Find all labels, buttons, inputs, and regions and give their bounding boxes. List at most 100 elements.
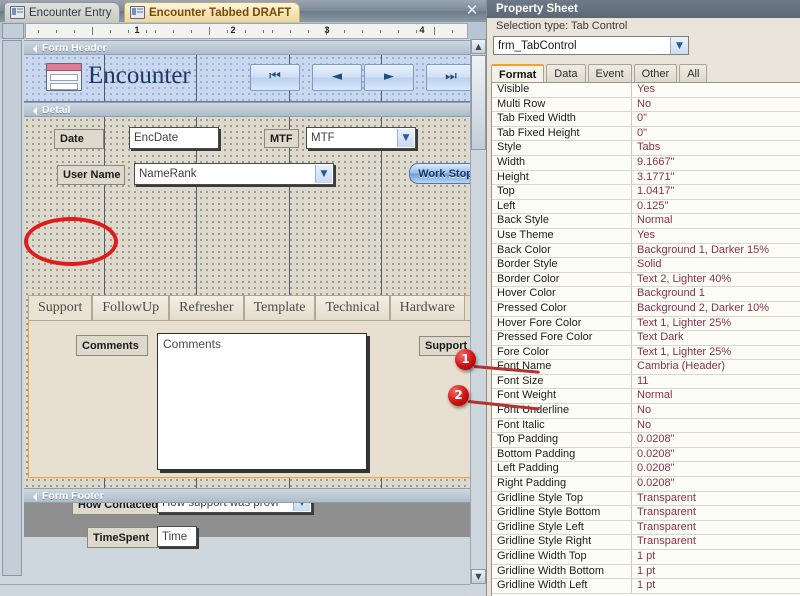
scroll-up-button[interactable]: ▲	[471, 39, 486, 54]
form-tab-template[interactable]: Template	[243, 295, 316, 320]
property-row[interactable]: Fore Color Text 1, Lighter 25%	[492, 345, 800, 361]
property-value[interactable]: 0"	[632, 112, 800, 126]
property-value[interactable]: Text Dark	[632, 331, 800, 345]
form-tab-followup[interactable]: FollowUp	[92, 295, 170, 320]
detail-section[interactable]: Date EncDate MTF MTF ▼ User Name NameRan…	[24, 117, 470, 548]
chevron-down-icon[interactable]: ▼	[670, 37, 688, 54]
canvas-horizontal-scrollbar[interactable]	[0, 584, 470, 596]
section-bar-detail[interactable]: Detail	[24, 102, 470, 117]
document-tab-encounter-entry[interactable]: Encounter Entry	[4, 2, 121, 22]
property-row[interactable]: Left Padding 0.0208"	[492, 462, 800, 478]
property-value[interactable]: Normal	[632, 389, 800, 403]
property-row[interactable]: Gridline Width Top 1 pt	[492, 550, 800, 565]
property-row[interactable]: Top 1.0417"	[492, 185, 800, 200]
form-tab-hardware[interactable]: Hardware	[389, 295, 465, 320]
property-value[interactable]: Tabs	[632, 141, 800, 155]
property-row[interactable]: Width 9.1667"	[492, 155, 800, 171]
property-row[interactable]: Multi Row No	[492, 97, 800, 113]
tab-all[interactable]: All	[679, 64, 708, 82]
next-record-button[interactable]: ►	[364, 64, 414, 91]
canvas-vertical-scrollbar[interactable]: ▲ ▼	[470, 39, 486, 584]
property-row[interactable]: Pressed Fore Color Text Dark	[492, 331, 800, 346]
mtf-label[interactable]: MTF	[264, 129, 299, 148]
property-value[interactable]: Text 2, Lighter 40%	[632, 273, 800, 287]
property-row[interactable]: Gridline Style Left Transparent	[492, 520, 800, 536]
first-record-button[interactable]: ⏮	[250, 64, 300, 91]
comments-field[interactable]: Comments	[157, 333, 367, 470]
document-tab-encounter-tabbed-draft[interactable]: Encounter Tabbed DRAFT	[124, 2, 301, 22]
form-tab-refresher[interactable]: Refresher	[169, 295, 244, 320]
property-row[interactable]: Hover Color Background 1	[492, 287, 800, 302]
previous-record-button[interactable]: ◄	[312, 64, 362, 91]
mtf-combo[interactable]: MTF ▼	[306, 127, 416, 149]
property-row[interactable]: Height 3.1771"	[492, 170, 800, 186]
property-grid[interactable]: Visible Yes Multi Row No Tab Fixed Width 0" Ta…	[491, 82, 800, 596]
work-stopped-button[interactable]: Work Stopp	[409, 163, 470, 184]
property-value[interactable]: Yes	[632, 229, 800, 243]
chevron-down-icon[interactable]: ▼	[397, 129, 414, 147]
scroll-down-button[interactable]: ▼	[471, 569, 486, 584]
property-value[interactable]: Normal	[632, 214, 800, 228]
property-row[interactable]: Hover Fore Color Text 1, Lighter 25%	[492, 316, 800, 332]
chevron-down-icon[interactable]: ▼	[315, 165, 332, 183]
property-value[interactable]: 1.0417"	[632, 185, 800, 199]
property-value[interactable]: Transparent	[632, 521, 800, 535]
property-value[interactable]: No	[632, 98, 800, 112]
property-row[interactable]: Visible Yes	[492, 83, 800, 98]
property-row[interactable]: Font Italic No	[492, 418, 800, 434]
property-value[interactable]: Cambria (Header)	[632, 360, 800, 374]
property-value[interactable]: 0.0208"	[632, 433, 800, 447]
property-row[interactable]: Use Theme Yes	[492, 228, 800, 244]
property-value[interactable]: 0.0208"	[632, 462, 800, 476]
form-header-section[interactable]: Encounter ⏮ ◄ ► ⏭	[24, 55, 470, 102]
property-row[interactable]: Gridline Width Left 1 pt	[492, 579, 800, 594]
property-row[interactable]: Gridline Width Bottom 1 pt	[492, 564, 800, 580]
property-value[interactable]: Text 1, Lighter 25%	[632, 317, 800, 331]
property-row[interactable]: Gridline Style Top Transparent	[492, 491, 800, 507]
property-row[interactable]: Gridline Style Bottom Transparent	[492, 506, 800, 521]
timespent-field[interactable]: Time	[157, 526, 197, 547]
property-row[interactable]: Tab Fixed Width 0"	[492, 112, 800, 127]
property-row[interactable]: Bottom Padding 0.0208"	[492, 447, 800, 463]
property-row[interactable]: Left 0.125"	[492, 199, 800, 215]
property-value[interactable]: 3.1771"	[632, 171, 800, 185]
property-value[interactable]: Background 1	[632, 287, 800, 301]
date-label[interactable]: Date	[54, 129, 104, 149]
property-value[interactable]: 0.125"	[632, 200, 800, 214]
property-value[interactable]: 11	[632, 375, 800, 389]
tab-event[interactable]: Event	[587, 64, 632, 82]
property-row[interactable]: Tab Fixed Height 0"	[492, 126, 800, 142]
property-row[interactable]: Back Style Normal	[492, 214, 800, 229]
property-row[interactable]: Font Weight Normal	[492, 389, 800, 405]
close-icon[interactable]: ✕	[464, 3, 480, 19]
username-label[interactable]: User Name	[57, 165, 125, 185]
property-row[interactable]: Font Underline No	[492, 404, 800, 419]
comments-label[interactable]: Comments	[76, 335, 148, 356]
property-value[interactable]: 0.0208"	[632, 448, 800, 462]
property-value[interactable]: 1 pt	[632, 565, 800, 579]
property-value[interactable]: 1 pt	[632, 550, 800, 564]
date-field[interactable]: EncDate	[129, 127, 219, 149]
property-row[interactable]: Pressed Color Background 2, Darker 10%	[492, 301, 800, 317]
section-bar-form-header[interactable]: Form Header	[24, 40, 470, 55]
property-value[interactable]: 0"	[632, 127, 800, 141]
property-value[interactable]: Transparent	[632, 506, 800, 520]
property-value[interactable]: Transparent	[632, 492, 800, 506]
tab-format[interactable]: Format	[491, 64, 545, 82]
property-value[interactable]: No	[632, 404, 800, 418]
property-value[interactable]: Yes	[632, 83, 800, 97]
property-value[interactable]: 1 pt	[632, 579, 800, 593]
username-combo[interactable]: NameRank ▼	[134, 163, 334, 185]
property-value[interactable]: 9.1667"	[632, 156, 800, 170]
property-row[interactable]: Style Tabs	[492, 141, 800, 156]
form-tab-control[interactable]: Support FollowUp Refresher Template Tech…	[28, 295, 470, 548]
property-value[interactable]: No	[632, 419, 800, 433]
property-row[interactable]: Back Color Background 1, Darker 15%	[492, 243, 800, 259]
property-value[interactable]: Solid	[632, 258, 800, 272]
property-row[interactable]: Border Style Solid	[492, 258, 800, 273]
tab-other[interactable]: Other	[633, 64, 678, 82]
property-value[interactable]: Text 1, Lighter 25%	[632, 346, 800, 360]
scroll-thumb[interactable]	[471, 55, 486, 150]
property-row[interactable]: Right Padding 0.0208"	[492, 477, 800, 492]
property-row[interactable]: Gridline Style Right Transparent	[492, 535, 800, 550]
